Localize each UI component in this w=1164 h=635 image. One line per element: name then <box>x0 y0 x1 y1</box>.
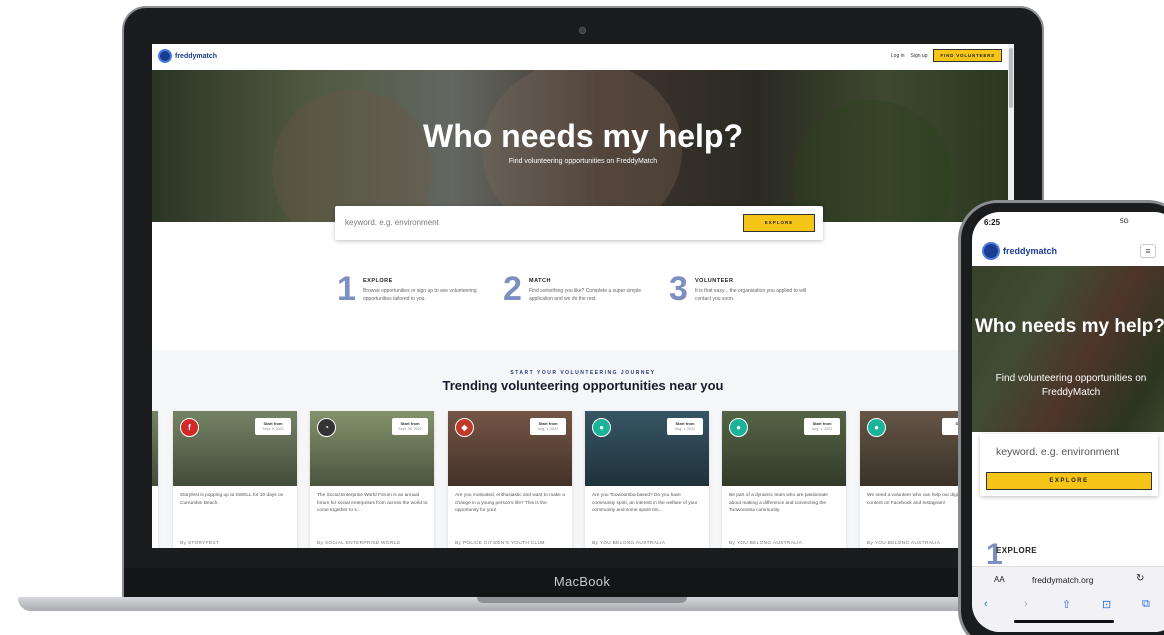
org-logo-icon: f <box>180 418 199 437</box>
start-date-badge: Start from Aug. 1, 2022 <box>667 418 703 435</box>
step-number: 3 <box>669 270 688 308</box>
forward-icon[interactable]: › <box>1024 598 1028 610</box>
hero-subtitle: Find volunteering opportunities on Fredd… <box>508 158 658 165</box>
status-bar: 6:25 5G <box>972 212 1164 238</box>
trending-kicker: START YOUR VOLUNTEERING JOURNEY <box>510 370 656 376</box>
org-logo-icon: ◔ <box>317 418 336 437</box>
start-date-badge: Start from Aug. 1, 2022 <box>530 418 566 435</box>
opportunity-card[interactable]: ◈ Start from Aug. 1, 2022 Get Set For Wor… <box>448 411 572 548</box>
opportunity-card[interactable] <box>152 411 158 548</box>
site-nav: freddymatch Log in Sign up FIND VOLUNTEE… <box>152 44 1014 70</box>
card-title: Learner Driver Mentor <box>592 530 687 540</box>
phone-search-input[interactable]: keyword. e.g. environment <box>996 446 1119 458</box>
card-organisation: By POLICE CITIZEN'S YOUTH CLUB <box>455 541 545 546</box>
status-time: 6:25 <box>984 218 1001 227</box>
share-icon[interactable]: ⇧ <box>1062 598 1071 611</box>
signup-link[interactable]: Sign up <box>911 53 928 59</box>
step-number: 2 <box>503 270 522 308</box>
card-organisation: By YOU BELONG AUSTRALIA <box>867 541 941 546</box>
phone-step-title: EXPLORE <box>996 546 1038 555</box>
card-organisation: By STORYFEST <box>180 541 220 546</box>
step-number: 1 <box>337 270 356 308</box>
site-logo[interactable]: freddymatch <box>158 49 217 63</box>
opportunity-card[interactable]: f Start from Sept. 9, 2022 Storyfest at S… <box>173 411 297 548</box>
phone-hero: Who needs my help? Find volunteering opp… <box>972 266 1164 432</box>
step-title: EXPLORE <box>363 278 393 284</box>
step-title: MATCH <box>529 278 551 284</box>
phone-hero-subtitle: Find volunteering opportunities on Fredd… <box>995 373 1147 398</box>
reload-icon[interactable]: ↻ <box>1136 573 1144 584</box>
logo-icon <box>158 49 172 63</box>
hero-overlay <box>972 266 1164 432</box>
logo-icon <box>982 242 1000 260</box>
laptop-notch <box>477 597 687 603</box>
explore-button[interactable]: EXPLORE <box>743 214 815 232</box>
phone-explore-button[interactable]: EXPLORE <box>986 472 1152 490</box>
search-box: keyword. e.g. environment EXPLORE <box>335 206 823 240</box>
card-description: The Social Enterprise World Forum is an … <box>317 493 428 513</box>
card-title: Storyfest at SWELL <box>180 530 264 540</box>
card-description: Are you motivated, enthusiastic and want… <box>455 493 565 513</box>
step-text: Browse opportunities or sign up to see v… <box>363 288 477 302</box>
start-date-badge: Start from Sept. 9, 2022 <box>255 418 291 435</box>
opportunity-card[interactable]: ● Start from Aug. 1, 2022 Learner Driver … <box>585 411 709 548</box>
trending-title: Trending volunteering opportunities near… <box>442 378 724 393</box>
card-organisation: By YOU BELONG AUSTRALIA <box>729 541 803 546</box>
laptop-screen: freddymatch Log in Sign up FIND VOLUNTEE… <box>152 44 1014 548</box>
org-logo-icon: ● <box>729 418 748 437</box>
phone-logo[interactable]: freddymatch <box>982 242 1057 260</box>
opportunity-card[interactable]: ◔ Start from Sept. 28, 2022 SEWF Voluntee… <box>310 411 434 548</box>
nav-links: Log in Sign up FIND VOLUNTEERS <box>891 49 1002 62</box>
how-it-works: 1 EXPLORE Browse opportunities or sign u… <box>337 272 837 332</box>
start-date-badge: Start from Sept. 28, 2022 <box>392 418 428 435</box>
card-title: SEWF Volunteers <box>317 530 392 540</box>
step-text: It is that easy... the organisation you … <box>695 288 807 302</box>
safari-address-bar[interactable]: AA freddymatch.org ↻ <box>972 566 1164 592</box>
hamburger-menu-icon[interactable]: ≡ <box>1140 244 1156 258</box>
phone-search-box: keyword. e.g. environment EXPLORE <box>980 434 1158 496</box>
phone-site-nav: freddymatch ≡ <box>972 238 1164 266</box>
webcam <box>579 27 586 34</box>
find-volunteers-button[interactable]: FIND VOLUNTEERS <box>933 49 1002 62</box>
tabs-icon[interactable]: ⧉ <box>1142 598 1150 611</box>
hero-title: Who needs my help? <box>422 118 744 154</box>
scrollbar-thumb[interactable] <box>1009 48 1013 108</box>
trending-section: START YOUR VOLUNTEERING JOURNEY Trending… <box>152 350 1014 548</box>
home-indicator <box>1014 620 1114 623</box>
step-title: VOLUNTEER <box>695 278 734 284</box>
login-link[interactable]: Log in <box>891 53 905 59</box>
card-description: Storyfest is popping up at SWELL for 10 … <box>180 493 284 506</box>
org-logo-icon: ● <box>592 418 611 437</box>
url-field[interactable]: freddymatch.org <box>1032 575 1093 585</box>
card-description: Be part of a dynamic team who are passio… <box>729 493 828 513</box>
card-organisation: By SOCIAL ENTERPRISE WORLD <box>317 541 401 546</box>
bookmarks-icon[interactable]: ⊡ <box>1102 598 1111 611</box>
text-size-button[interactable]: AA <box>994 575 1005 584</box>
card-title: Fundraising Committee Member <box>729 519 830 540</box>
org-logo-icon: ● <box>867 418 886 437</box>
step-text: Find something you like? Complete a supe… <box>529 288 641 302</box>
phone-hero-title: Who needs my help? <box>974 316 1164 337</box>
card-description: Are you Toowoomba based? Do you have com… <box>592 493 698 513</box>
card-organisation: By YOU BELONG AUSTRALIA <box>592 541 666 546</box>
opportunity-card[interactable]: ● Start from Aug. 1, 2022 Fundraising Com… <box>722 411 846 548</box>
phone-screen: 6:25 5G freddymatch ≡ Who needs my help?… <box>972 212 1164 632</box>
logo-text: freddymatch <box>175 52 218 60</box>
org-logo-icon: ◈ <box>455 418 474 437</box>
card-title: Get Set For Work Program Mentor <box>455 519 529 540</box>
card-image <box>152 411 158 486</box>
logo-text: freddymatch <box>1003 246 1058 256</box>
search-input[interactable]: keyword. e.g. environment <box>345 218 439 227</box>
start-date-badge: Start from Aug. 1, 2022 <box>804 418 840 435</box>
network-indicator: 5G <box>1120 218 1129 225</box>
back-icon[interactable]: ‹ <box>984 598 988 610</box>
safari-toolbar: ‹ › ⇧ ⊡ ⧉ <box>972 592 1164 632</box>
hero-banner: Who needs my help? Find volunteering opp… <box>152 70 1014 222</box>
